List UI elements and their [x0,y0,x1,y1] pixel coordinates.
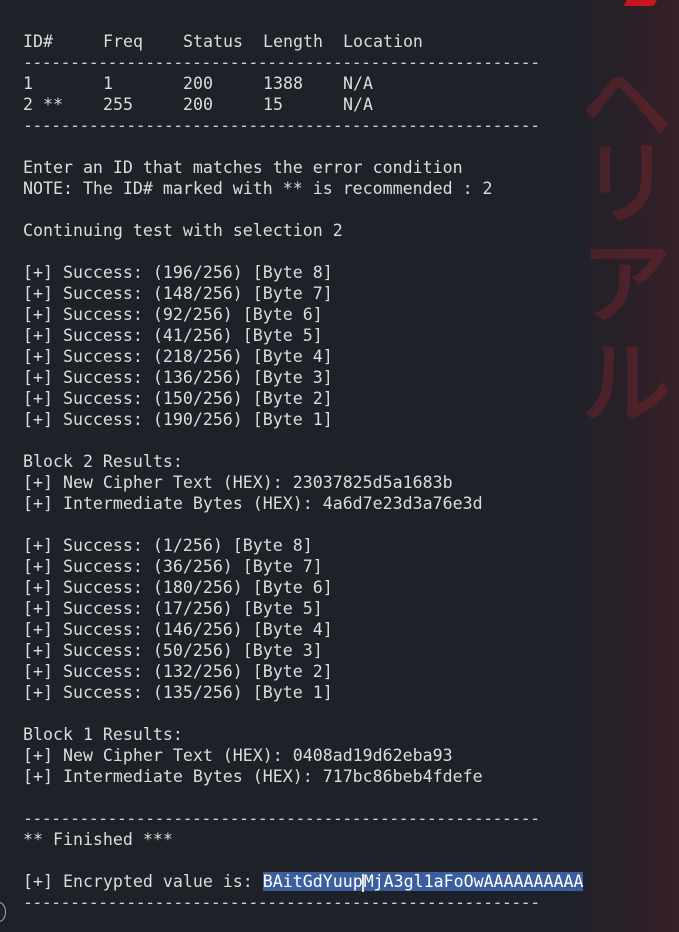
finished-message: ** Finished *** [23,830,173,849]
encrypted-value-line: [+] Encrypted value is: BAitGdYuupMjA3gl… [23,871,663,892]
cell-freq: 255 [103,95,133,114]
cell-length: 15 [263,95,283,114]
cell-status: 200 [183,95,213,114]
terminal-output: ID# Freq Status Length Location --------… [23,31,663,913]
success-line: [+] Success: (146/256) [Byte 4] [23,620,333,639]
block1-intermediate-bytes: [+] Intermediate Bytes (HEX): 717bc86beb… [23,767,483,786]
success-line: [+] Success: (148/256) [Byte 7] [23,284,333,303]
table-separator-bottom: ----------------------------------------… [23,116,540,135]
success-line: [+] Success: (196/256) [Byte 8] [23,263,333,282]
cell-id: 2 ** [23,95,63,114]
cell-length: 1388 [263,74,303,93]
table-row: 1 1 200 1388 N/A [23,73,663,94]
encrypted-value-label: [+] Encrypted value is: [23,872,263,891]
encrypted-value-part-a[interactable]: BAitGdYuup [263,872,363,891]
cell-location: N/A [343,74,373,93]
header-id: ID# [23,32,53,51]
cell-id: 1 [23,74,33,93]
header-freq: Freq [103,32,143,51]
success-line: [+] Success: (17/256) [Byte 5] [23,599,323,618]
success-line: [+] Success: (41/256) [Byte 5] [23,326,323,345]
scroll-indicator-icon[interactable] [0,902,6,922]
encrypted-value-part-b[interactable]: MjA3gl1aFoOwAAAAAAAAAA [364,872,584,891]
table-separator-top: ----------------------------------------… [23,53,540,72]
table-row: 2 ** 255 200 15 N/A [23,94,663,115]
success-line: [+] Success: (180/256) [Byte 6] [23,578,333,597]
success-line: [+] Success: (150/256) [Byte 2] [23,389,333,408]
cell-status: 200 [183,74,213,93]
success-line: [+] Success: (218/256) [Byte 4] [23,347,333,366]
prompt-continuing: Continuing test with selection 2 [23,221,343,240]
block2-cipher-text: [+] New Cipher Text (HEX): 23037825d5a16… [23,473,453,492]
encrypted-value-selection[interactable]: BAitGdYuupMjA3gl1aFoOwAAAAAAAAAA [262,872,584,892]
bottom-separator: ----------------------------------------… [23,893,540,912]
success-line: [+] Success: (135/256) [Byte 1] [23,683,333,702]
cell-freq: 1 [103,74,113,93]
success-line: [+] Success: (136/256) [Byte 3] [23,368,333,387]
header-length: Length [263,32,323,51]
block2-intermediate-bytes: [+] Intermediate Bytes (HEX): 4a6d7e23d3… [23,494,483,513]
header-location: Location [343,32,423,51]
success-line: [+] Success: (92/256) [Byte 6] [23,305,323,324]
block1-heading: Block 1 Results: [23,725,183,744]
cell-location: N/A [343,95,373,114]
block2-heading: Block 2 Results: [23,452,183,471]
block1-cipher-text: [+] New Cipher Text (HEX): 0408ad19d62eb… [23,746,453,765]
terminal-window[interactable]: ヘ リ ア ル ID# Freq Status Length Location … [0,0,679,932]
table-header: ID# Freq Status Length Location [23,31,663,52]
success-line: [+] Success: (50/256) [Byte 3] [23,641,323,660]
success-line: [+] Success: (36/256) [Byte 7] [23,557,323,576]
prompt-note: NOTE: The ID# marked with ** is recommen… [23,179,493,198]
finish-separator: ----------------------------------------… [23,809,540,828]
prompt-enter-id: Enter an ID that matches the error condi… [23,158,463,177]
success-line: [+] Success: (1/256) [Byte 8] [23,536,313,555]
header-status: Status [183,32,243,51]
success-line: [+] Success: (132/256) [Byte 2] [23,662,333,681]
success-line: [+] Success: (190/256) [Byte 1] [23,410,333,429]
wallpaper-red-mark [623,0,661,6]
